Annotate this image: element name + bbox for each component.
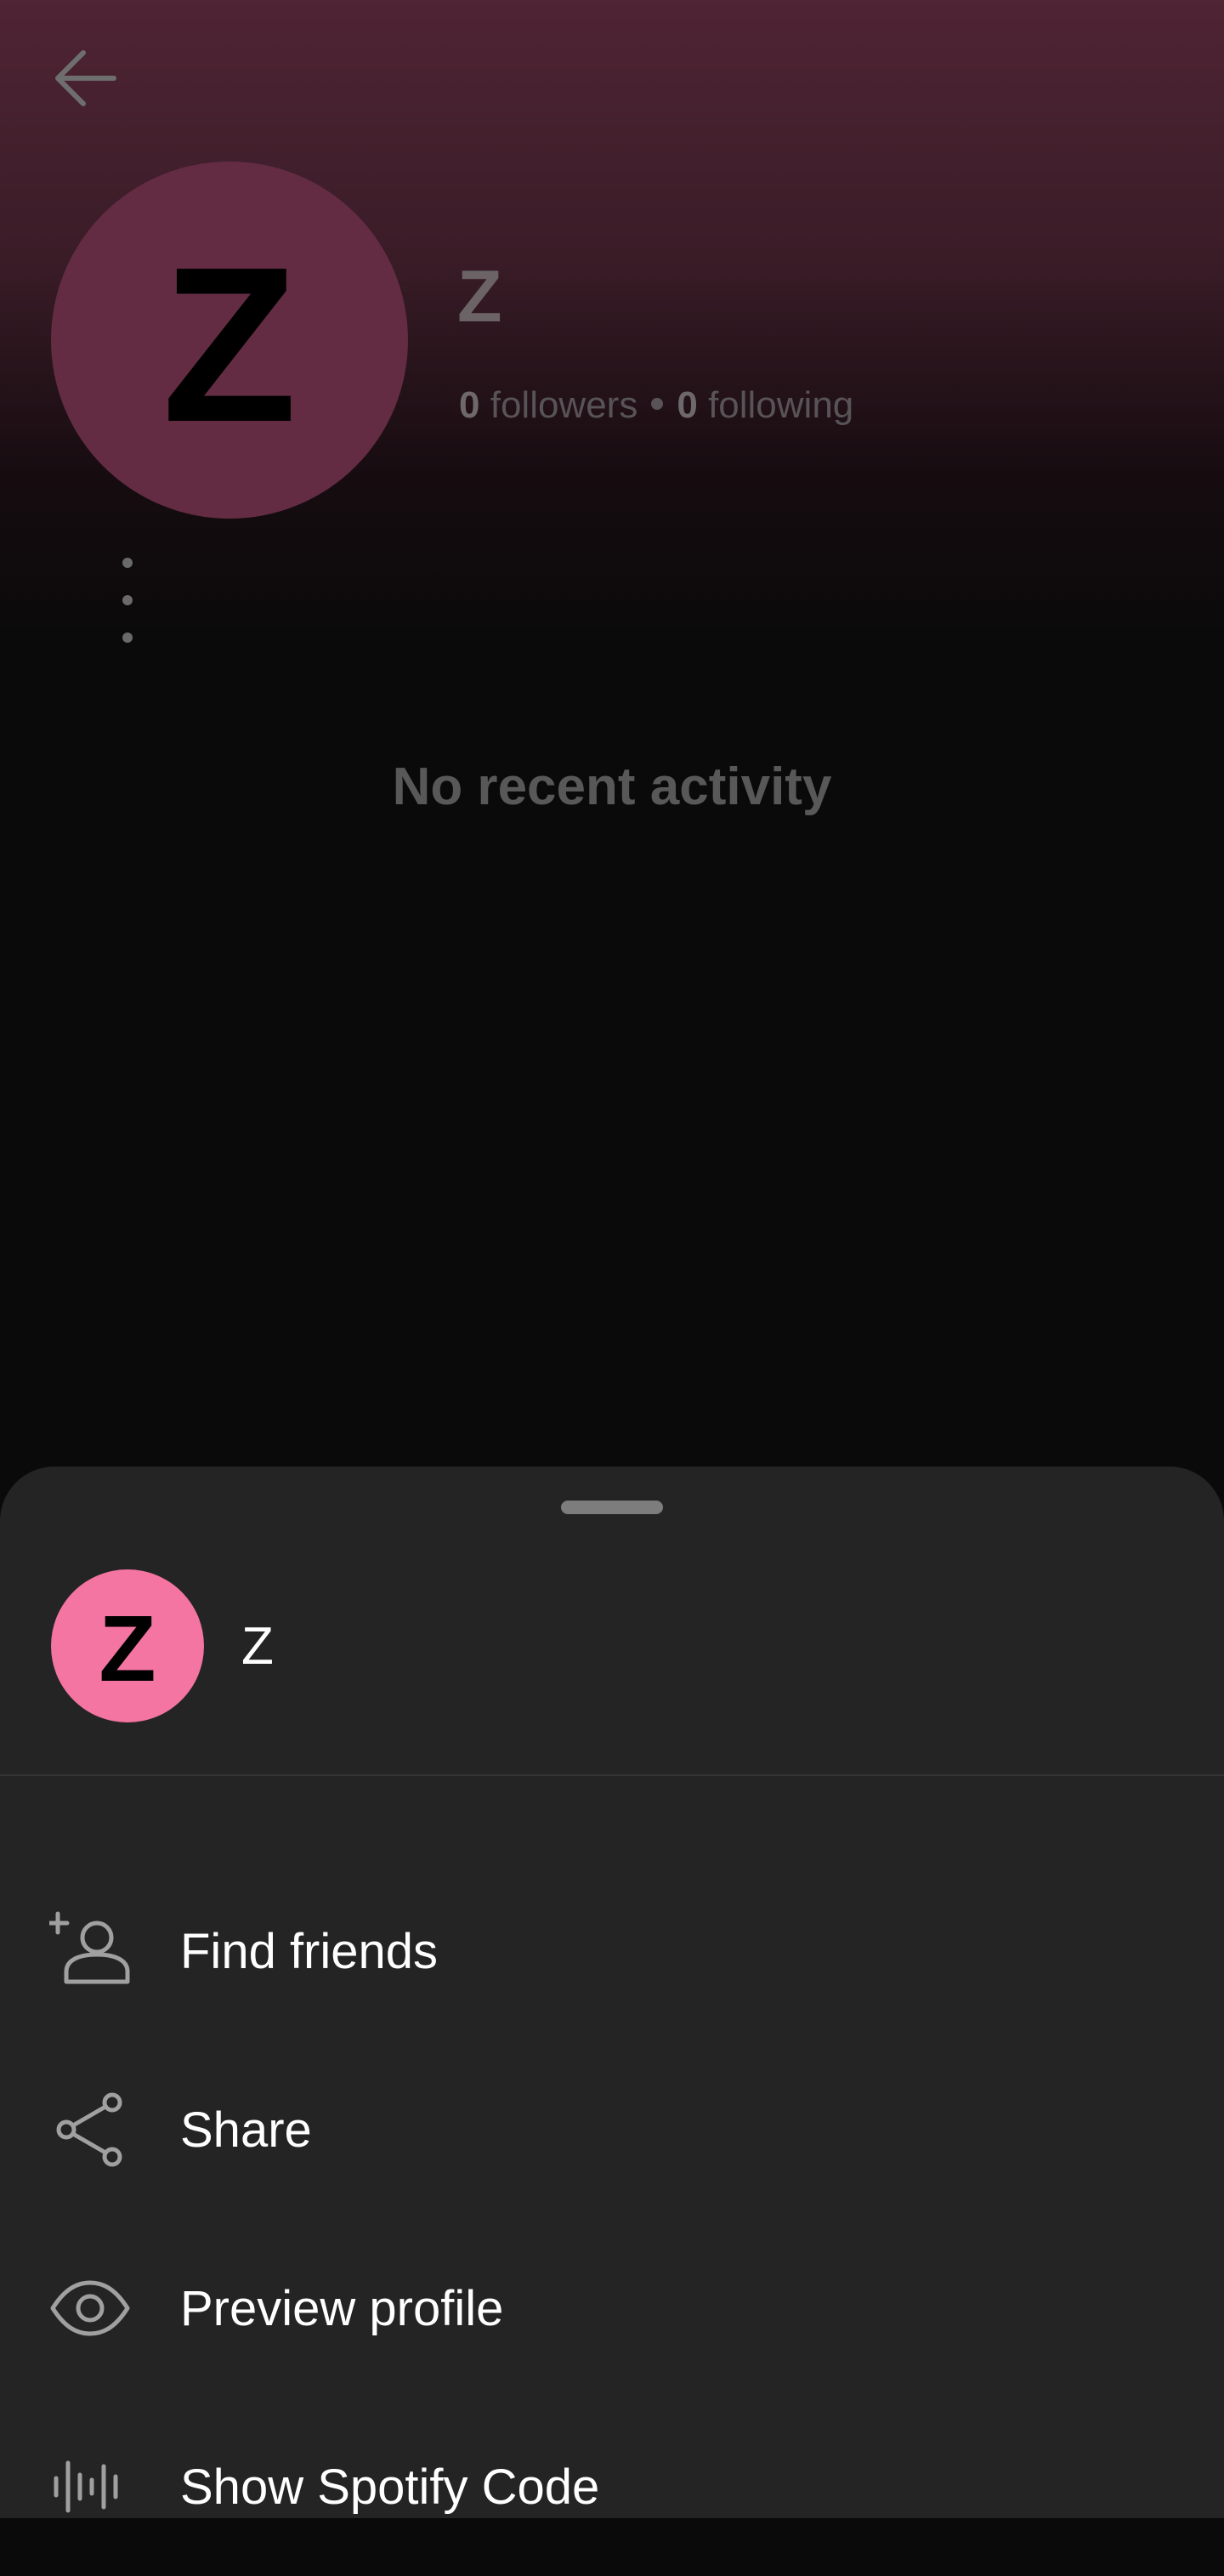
sheet-avatar-initial: Z	[99, 1597, 156, 1701]
menu-item-label: Share	[180, 2102, 312, 2158]
sheet-user-name: Z	[241, 1617, 274, 1676]
options-bottom-sheet: Z Z Find friends Share Preview profile S…	[0, 1467, 1224, 2518]
profile-avatar: Z	[51, 162, 408, 519]
sheet-avatar: Z	[51, 1569, 204, 1722]
share-icon	[49, 2089, 131, 2170]
back-button[interactable]	[44, 37, 126, 119]
menu-item-show-spotify-code[interactable]: Show Spotify Code	[0, 2397, 1224, 2576]
followers-count[interactable]: 0	[459, 384, 479, 426]
sheet-divider	[0, 1774, 1224, 1776]
following-count[interactable]: 0	[677, 384, 697, 426]
profile-avatar-initial: Z	[162, 222, 298, 468]
menu-item-share[interactable]: Share	[0, 2040, 1224, 2219]
menu-item-label: Show Spotify Code	[180, 2459, 600, 2515]
arrow-left-icon	[55, 50, 116, 106]
followers-label[interactable]: followers	[490, 384, 638, 426]
sheet-drag-handle[interactable]	[561, 1501, 663, 1514]
profile-name: Z	[457, 256, 502, 338]
following-label[interactable]: following	[708, 384, 853, 426]
menu-item-label: Preview profile	[180, 2280, 504, 2336]
menu-item-find-friends[interactable]: Find friends	[0, 1862, 1224, 2040]
profile-stats: 0 followers 0 following	[459, 384, 853, 427]
eye-icon	[49, 2267, 131, 2349]
menu-item-preview-profile[interactable]: Preview profile	[0, 2219, 1224, 2397]
menu-item-label: Find friends	[180, 1923, 439, 1979]
more-options-button[interactable]	[102, 558, 153, 643]
no-activity-message: No recent activity	[392, 757, 832, 816]
add-person-icon	[49, 1910, 131, 1992]
profile-page: Z Z 0 followers 0 following No recent act…	[0, 0, 1224, 1471]
more-vertical-icon	[122, 558, 133, 568]
spotify-code-icon	[49, 2446, 131, 2528]
separator-dot	[651, 398, 664, 411]
